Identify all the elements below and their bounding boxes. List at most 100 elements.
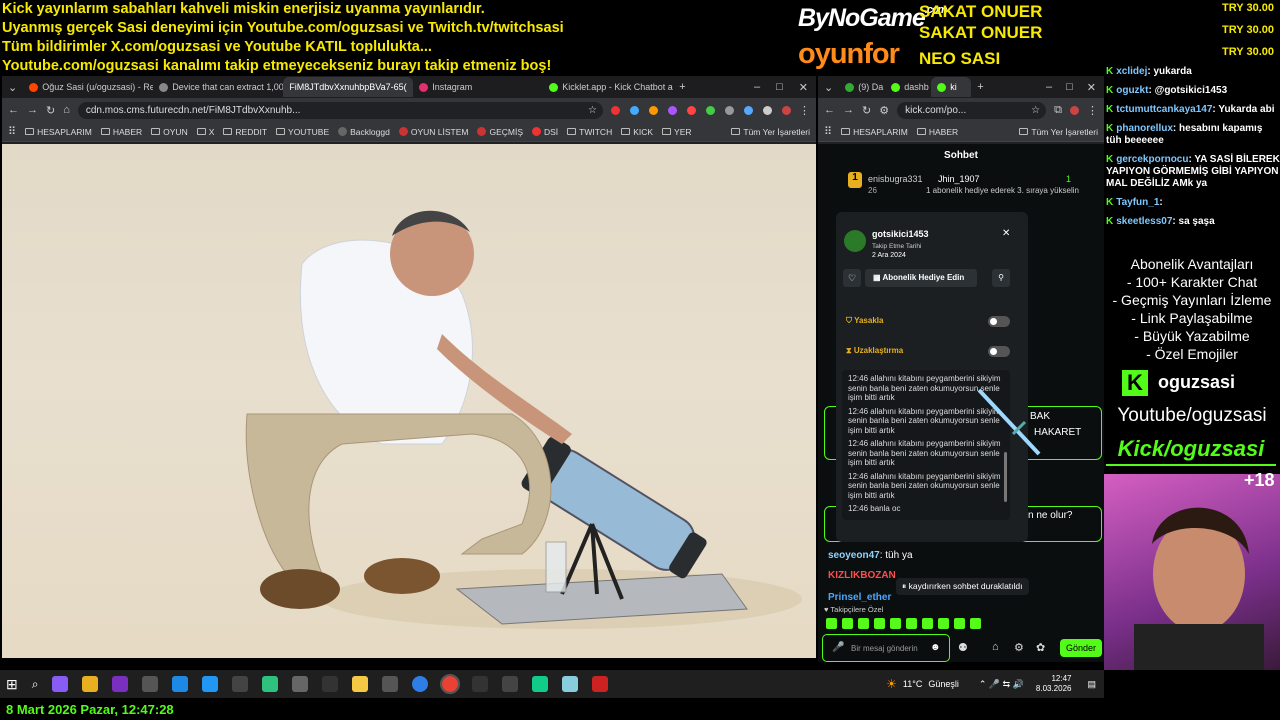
close-icon[interactable]: ✕ [1087, 81, 1096, 94]
bookmark-x[interactable]: X [196, 127, 214, 137]
tab-kick[interactable]: ki [931, 77, 972, 97]
emote-icon[interactable] [922, 618, 933, 629]
extension-icon[interactable] [668, 105, 677, 115]
extension-icon[interactable] [611, 105, 620, 115]
site-info-icon[interactable]: ⚙ [879, 104, 889, 117]
back-icon[interactable]: ← [8, 104, 19, 116]
store-icon[interactable]: ⌂ [992, 641, 999, 653]
search-icon[interactable]: ⌕ [32, 677, 39, 692]
app-icon[interactable] [592, 676, 609, 692]
new-tab-button[interactable]: + [673, 81, 691, 93]
bookmark-star-icon[interactable]: ☆ [588, 105, 603, 116]
weather-temp[interactable]: 11°C [903, 679, 922, 689]
apps-icon[interactable]: ⠿ [824, 125, 832, 138]
extension-icon[interactable] [630, 105, 639, 115]
scrollbar[interactable] [1004, 452, 1007, 502]
bookmark-gecmis[interactable]: GEÇMİŞ [477, 127, 523, 137]
notifications-icon[interactable]: ▤ [1087, 679, 1096, 690]
bookmark-reddit[interactable]: REDDIT [223, 127, 267, 137]
bookmark-dsi[interactable]: DSİ [531, 127, 558, 137]
reload-icon[interactable]: ↻ [46, 104, 55, 117]
bookmark-youtube[interactable]: YOUTUBE [276, 127, 329, 137]
edge-icon[interactable] [172, 676, 189, 692]
bookmark-hesaplarim[interactable]: HESAPLARIM [25, 127, 92, 137]
settings-icon[interactable]: ⚙ [1014, 641, 1024, 654]
emote-icon[interactable] [842, 618, 853, 629]
timeout-toggle[interactable] [988, 346, 1010, 357]
bookmark-twitch[interactable]: TWITCH [567, 127, 612, 137]
extension-icon[interactable] [763, 105, 772, 115]
app-icon[interactable] [142, 676, 159, 692]
weather-place[interactable]: Güneşli [928, 679, 959, 689]
extensions-icon[interactable]: ⧉ [1054, 104, 1062, 117]
app-icon[interactable] [472, 676, 489, 692]
bookmark-star-icon[interactable]: ☆ [1031, 105, 1046, 116]
emoji-icon[interactable]: ☻ [930, 642, 941, 653]
address-bar[interactable]: kick.com/po... ☆ [897, 101, 1047, 119]
chrome-icon[interactable] [440, 674, 461, 694]
profile-avatar[interactable] [1070, 105, 1079, 115]
tab-kicklet[interactable]: Kicklet.app - Kick Chatbot and [543, 77, 673, 97]
bookmark-oyun-listem[interactable]: OYUN LİSTEM [398, 127, 468, 137]
tab-image[interactable]: FiM8JTdbvXxnuhbpBVa7-65( [283, 77, 414, 97]
emote-icon[interactable] [954, 618, 965, 629]
emote-icon[interactable] [938, 618, 949, 629]
ban-toggle[interactable] [988, 316, 1010, 327]
onenote-icon[interactable] [112, 676, 129, 692]
follow-heart-icon[interactable]: ♡ [843, 269, 861, 287]
start-icon[interactable]: ⊞ [6, 676, 18, 693]
file-explorer-icon[interactable] [82, 676, 99, 692]
emote-icon[interactable] [890, 618, 901, 629]
extension-icon[interactable] [649, 105, 658, 115]
mic-icon[interactable]: 🎤 [832, 642, 844, 653]
apps-icon[interactable]: ⠿ [8, 125, 16, 138]
app-icon[interactable] [52, 676, 69, 692]
app-icon[interactable] [322, 676, 339, 692]
extension-icon[interactable] [687, 105, 696, 115]
tab-dashb[interactable]: dashb [885, 77, 931, 97]
profile-avatar[interactable] [782, 105, 791, 115]
send-button[interactable]: Gönder [1060, 639, 1102, 657]
emote-icon[interactable] [858, 618, 869, 629]
menu-icon[interactable]: ⋮ [1087, 104, 1098, 117]
reload-icon[interactable]: ↻ [862, 104, 871, 117]
tab-instagram[interactable]: Instagram [413, 77, 543, 97]
bookmark-hesaplarim[interactable]: HESAPLARIM [841, 127, 908, 137]
tab-search-icon[interactable]: ⌄ [2, 81, 23, 94]
emote-icon[interactable] [970, 618, 981, 629]
extension-icon[interactable] [744, 105, 753, 115]
clock[interactable]: 12:47 8.03.2026 [1036, 674, 1072, 694]
bookmark-haber[interactable]: HABER [100, 127, 142, 137]
app-icon[interactable] [232, 676, 249, 692]
chat-paused-notice[interactable]: ⏸ kaydırırken sohbet duraklatıldı [896, 578, 1029, 595]
minimize-icon[interactable]: – [754, 81, 760, 94]
bookmark-yer[interactable]: YER [662, 127, 692, 137]
menu-icon[interactable]: ⋮ [799, 104, 810, 117]
back-icon[interactable]: ← [824, 104, 835, 116]
emote-icon[interactable] [874, 618, 885, 629]
tab-device[interactable]: Device that can extract 1,000 [153, 77, 283, 97]
timeout-row[interactable]: ⧗ Uzaklaştırma [846, 346, 903, 356]
camera-icon[interactable] [292, 676, 309, 692]
all-bookmarks[interactable]: Tüm Yer İşaretleri [731, 127, 810, 137]
extension-icon[interactable] [706, 105, 715, 115]
notes-icon[interactable] [352, 676, 369, 692]
forward-icon[interactable]: → [27, 104, 38, 116]
chat-message-user[interactable]: KIZLIKBOZAN [828, 570, 896, 581]
tab-search-icon[interactable]: ⌄ [818, 81, 839, 94]
all-bookmarks[interactable]: Tüm Yer İşaretleri [1019, 127, 1098, 137]
chat-message-user[interactable]: Prinsel_ether [828, 592, 891, 603]
address-bar[interactable]: cdn.mos.cms.futurecdn.net/FiM8JTdbvXxnuh… [77, 101, 603, 119]
forward-icon[interactable]: → [843, 104, 854, 116]
new-tab-button[interactable]: + [971, 81, 989, 93]
close-icon[interactable]: ✕ [799, 81, 808, 94]
app-icon[interactable] [562, 676, 579, 692]
bookmark-backloggd[interactable]: Backloggd [338, 127, 390, 137]
app-icon[interactable] [202, 676, 219, 692]
maximize-icon[interactable]: □ [776, 81, 783, 94]
more-options-icon[interactable]: ⚲ [992, 269, 1010, 287]
bookmark-kick[interactable]: KICK [621, 127, 653, 137]
emote-icon[interactable] [906, 618, 917, 629]
extension-icon[interactable] [725, 105, 734, 115]
weather-icon[interactable]: ☀ [886, 677, 897, 691]
